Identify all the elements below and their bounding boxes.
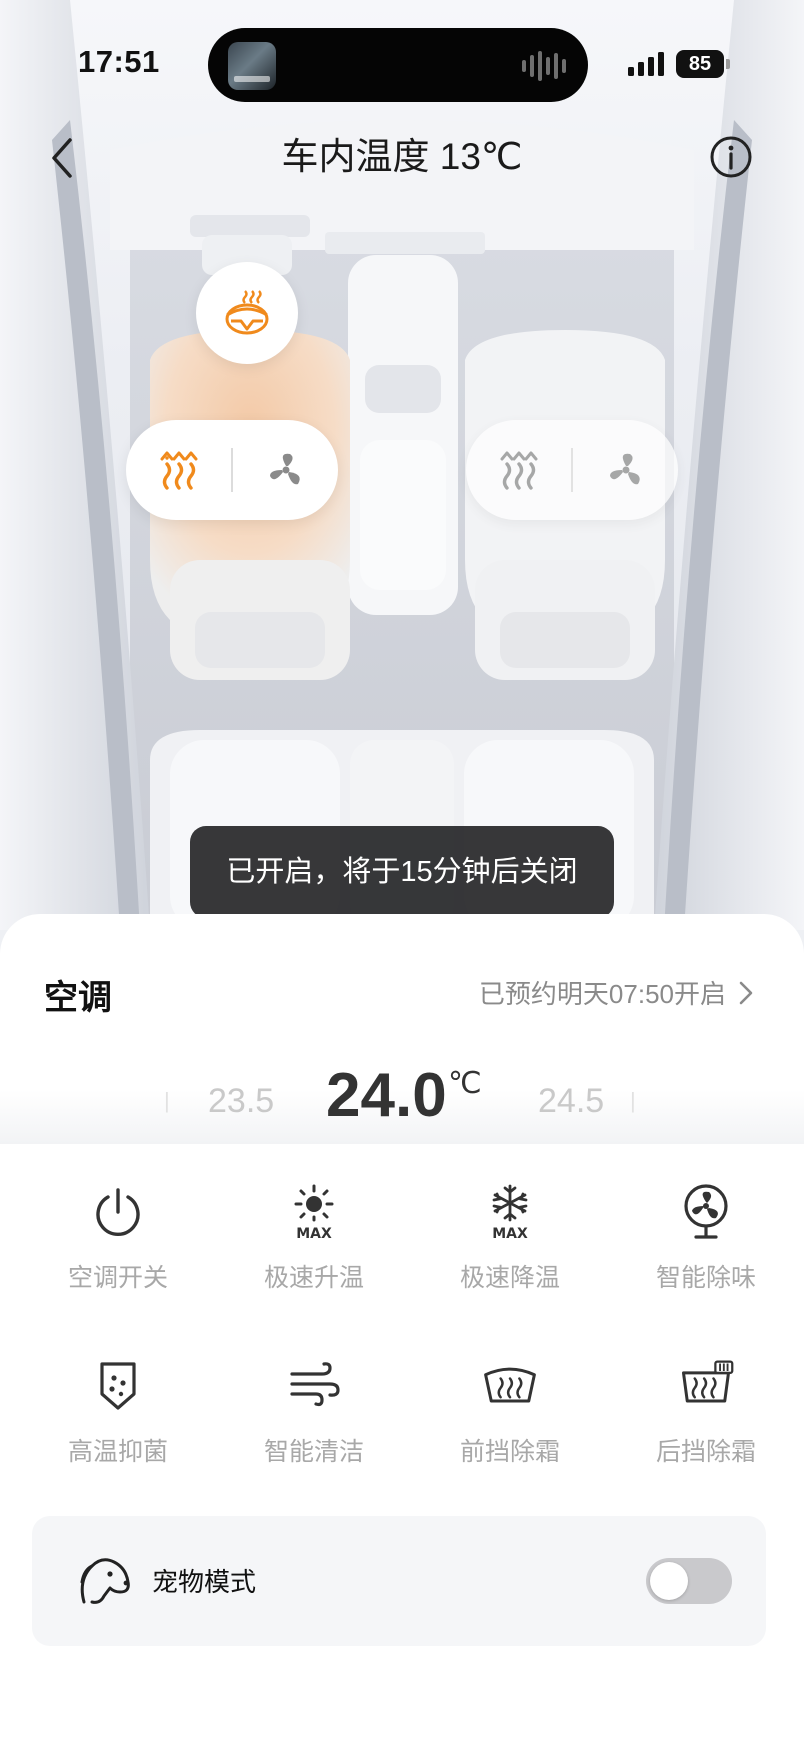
dog-icon (80, 1558, 130, 1604)
pet-mode-label: 宠物模式 (152, 1567, 257, 1597)
smart-clean-button[interactable]: 智能清洁 (216, 1344, 412, 1518)
section-title: 空调 (44, 979, 112, 1017)
function-label: 极速降温 (459, 1264, 560, 1292)
passenger-seat-controls (466, 420, 678, 520)
driver-seat-heat-button[interactable] (126, 420, 231, 520)
temperature-lower[interactable]: 23.5 (208, 1082, 274, 1121)
schedule-text: 已预约明天07:50开启 (478, 979, 726, 1009)
temperature-current[interactable]: 24.0 (326, 1060, 447, 1131)
fan-icon (269, 453, 300, 485)
toggle-knob (650, 1562, 688, 1600)
page-title: 车内温度 13℃ (281, 136, 523, 177)
temperature-higher[interactable]: 24.5 (538, 1082, 604, 1121)
power-icon (96, 1188, 140, 1236)
seat-heat-icon (500, 451, 537, 490)
function-label: 极速升温 (263, 1264, 364, 1292)
pet-mode-card: 宠物模式 (32, 1516, 766, 1646)
status-time: 17:51 (78, 44, 160, 79)
dynamic-island (208, 28, 588, 102)
toast-message: 已开启，将于15分钟后关闭 (190, 826, 614, 918)
front-defrost-icon (484, 1367, 536, 1403)
function-label: 后挡除霜 (655, 1438, 756, 1466)
max-cool-icon: MAX (492, 1184, 528, 1242)
front-defrost-button[interactable]: 前挡除霜 (412, 1344, 608, 1518)
schedule-link[interactable]: 已预约明天07:50开启 (479, 974, 754, 1011)
steering-wheel-heat-icon (225, 290, 269, 335)
info-icon (710, 136, 752, 178)
rear-defrost-button[interactable]: 后挡除霜 (608, 1344, 804, 1518)
climate-control-sheet: 空调 已预约明天07:50开启 | 23.5 24.0 ℃ 24.5 | 空调开… (0, 914, 804, 1748)
battery-indicator: 85 (676, 50, 724, 78)
max-cool-button[interactable]: MAX 极速降温 (412, 1170, 608, 1344)
rear-defrost-icon (682, 1360, 734, 1403)
passenger-seat-heat-button[interactable] (466, 420, 571, 520)
sterilize-button[interactable]: 高温抑菌 (20, 1344, 216, 1518)
function-label: 空调开关 (67, 1264, 168, 1292)
picker-tick: | (630, 1088, 636, 1113)
now-playing-artwork (228, 42, 276, 90)
passenger-seat-ventilation-button[interactable] (573, 420, 678, 520)
function-label: 智能清洁 (263, 1438, 364, 1466)
deodorize-button[interactable]: 智能除味 (608, 1170, 804, 1344)
wind-clean-icon (290, 1362, 340, 1407)
max-heat-icon: MAX (294, 1184, 334, 1242)
car-cabin-view: 17:51 85 车内温度 13℃ 已开启，将于15分钟后关闭 (0, 0, 804, 930)
svg-text:MAX: MAX (296, 1226, 332, 1242)
seat-heat-icon (160, 451, 197, 490)
chevron-right-icon (739, 981, 753, 1004)
temperature-unit: ℃ (448, 1067, 482, 1100)
function-label: 高温抑菌 (67, 1438, 168, 1466)
fan-icon (609, 453, 640, 485)
ac-power-button[interactable]: 空调开关 (20, 1170, 216, 1344)
function-label: 前挡除霜 (459, 1438, 560, 1466)
cellular-signal-icon (628, 52, 664, 76)
battery-tip (726, 59, 730, 69)
info-button[interactable] (708, 134, 754, 180)
picker-tick: | (164, 1088, 170, 1113)
driver-seat-ventilation-button[interactable] (233, 420, 338, 520)
audio-waveform-icon (522, 50, 566, 82)
driver-seat-controls (126, 420, 338, 520)
svg-text:MAX: MAX (492, 1226, 528, 1242)
fan-deodorize-icon (684, 1184, 728, 1239)
function-label: 智能除味 (655, 1264, 756, 1292)
max-heat-button[interactable]: MAX 极速升温 (216, 1170, 412, 1344)
climate-function-grid: 空调开关 MAX 极速升温 MAX 极速降温 智能除味 高温抑菌 智能清洁 前挡… (20, 1170, 804, 1518)
steering-wheel-heat-button[interactable] (196, 262, 298, 364)
sterilize-icon (100, 1362, 136, 1410)
temperature-picker[interactable]: | 23.5 24.0 ℃ 24.5 | (0, 1024, 804, 1144)
pet-mode-toggle[interactable] (646, 1558, 732, 1604)
